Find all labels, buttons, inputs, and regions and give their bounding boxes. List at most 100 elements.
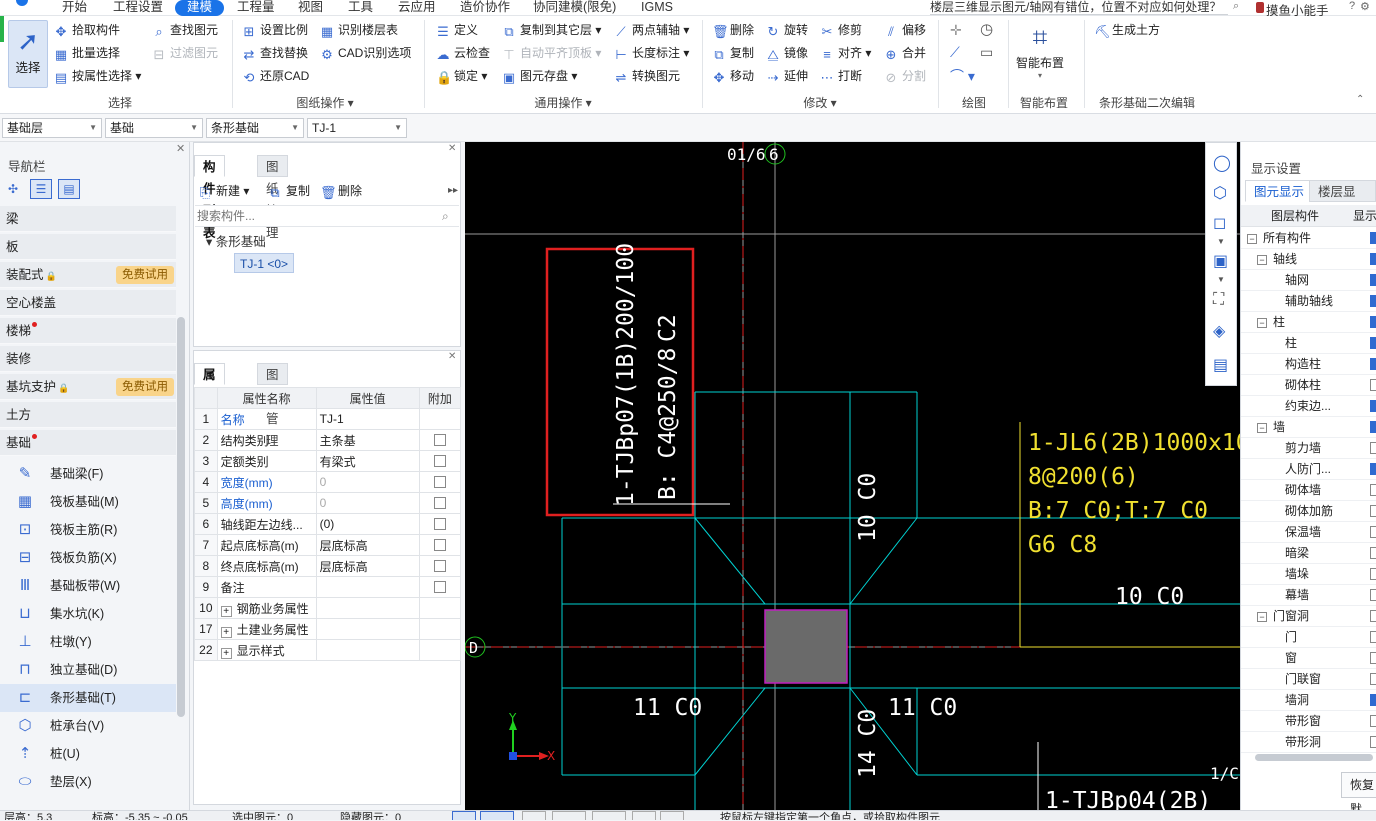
top-view-icon[interactable]: ◻ xyxy=(1213,213,1226,233)
display-checkbox[interactable] xyxy=(1370,463,1376,475)
move-button[interactable]: ✥ 移动 xyxy=(712,66,754,86)
collapse-ribbon-icon[interactable]: ⌃ xyxy=(1356,94,1364,105)
new-component-button[interactable]: ⎘ 新建 ▾ xyxy=(198,181,250,201)
offset-button[interactable]: ⫽ 偏移 xyxy=(884,20,926,40)
collapse-icon[interactable]: − xyxy=(1257,255,1267,265)
nav-item[interactable]: ▦ 筏板基础(M) xyxy=(0,488,176,516)
extra-checkbox[interactable] xyxy=(433,455,446,467)
layer-tree-row[interactable]: 辅助轴线 xyxy=(1241,291,1376,312)
display-checkbox[interactable] xyxy=(1370,442,1376,454)
nav-category[interactable]: 装配式 🔒 免费试用 xyxy=(0,262,176,288)
search-icon[interactable]: ⌕ xyxy=(442,209,449,224)
layer-tree-row[interactable]: 柱 xyxy=(1241,333,1376,354)
nav-close-icon[interactable]: ✕ xyxy=(176,142,185,155)
display-checkbox[interactable] xyxy=(1370,631,1376,643)
property-row[interactable]: 8 终点底标高(m) 层底标高 xyxy=(194,555,462,577)
property-row[interactable]: 3 定额类别 有梁式 xyxy=(194,450,462,472)
tab-floor-display[interactable]: 楼层显示 xyxy=(1309,180,1376,221)
layer-tree-row[interactable]: − 墙 xyxy=(1241,417,1376,438)
layer-tree-row[interactable]: 剪力墙 xyxy=(1241,438,1376,459)
display-checkbox[interactable] xyxy=(1370,526,1376,538)
property-row[interactable]: 4 宽度(mm) 0 xyxy=(194,471,462,493)
menu-cloud[interactable]: 云应用 xyxy=(398,0,436,16)
free-trial-badge[interactable]: 免费试用 xyxy=(116,266,174,284)
property-row[interactable]: 7 起点底标高(m) 层底标高 xyxy=(194,534,462,556)
menu-quantity[interactable]: 工程量 xyxy=(237,0,275,16)
osnap-icon[interactable] xyxy=(592,811,626,820)
property-row[interactable]: 1 名称 TJ-1 xyxy=(194,408,462,430)
column-block[interactable] xyxy=(764,609,848,684)
floor-select[interactable]: 基础层 ▼ xyxy=(2,118,102,138)
identify-floor-table-button[interactable]: ▦ 识别楼层表 xyxy=(320,20,398,40)
cad-text-11-left[interactable]: 11 C0 xyxy=(633,695,702,721)
layer-tree-row[interactable]: − 门窗洞 xyxy=(1241,606,1376,627)
auto-align-top-button[interactable]: ⊤ 自动平齐顶板 ▾ xyxy=(502,43,601,63)
cube-view-icon[interactable]: ▣ xyxy=(1213,251,1228,271)
delete-component-button[interactable]: 🗑删除 xyxy=(320,181,362,201)
cad-text-10-vert[interactable]: 10 C0 xyxy=(855,473,881,542)
settings-gear-icon[interactable]: ⚙ xyxy=(1360,0,1370,13)
property-row[interactable]: 6 轴线距左边线... (0) xyxy=(194,513,462,535)
mirror-button[interactable]: ⧋ 镜像 xyxy=(766,43,808,63)
nav-item[interactable]: Ⅲ 基础板带(W) xyxy=(0,572,176,600)
display-checkbox[interactable] xyxy=(1370,652,1376,664)
nav-category[interactable]: 土方 xyxy=(0,402,176,428)
cad-drawing[interactable]: 01/6 6 D 1/C 1-TJBp07(1B)200/100 C2 B: C… xyxy=(465,142,1240,810)
restore-default-button[interactable]: 恢复默 xyxy=(1341,772,1376,816)
property-value[interactable] xyxy=(315,597,420,619)
extra-checkbox[interactable] xyxy=(433,560,446,572)
display-checkbox[interactable] xyxy=(1370,736,1376,748)
display-checkbox[interactable] xyxy=(1370,715,1376,727)
display-checkbox[interactable] xyxy=(1370,568,1376,580)
display-checkbox[interactable] xyxy=(1370,316,1376,328)
menu-igms[interactable]: IGMS xyxy=(641,0,673,16)
layer-tree-row[interactable]: − 所有构件 xyxy=(1241,228,1376,249)
length-dimension-button[interactable]: ⊢ 长度标注 ▾ xyxy=(614,43,689,63)
display-checkbox[interactable] xyxy=(1370,358,1376,370)
define-button[interactable]: ☰ 定义 xyxy=(436,20,478,40)
search-icon[interactable]: ⌕ xyxy=(1233,0,1239,13)
convert-element-button[interactable]: ⇌ 转换图元 xyxy=(614,66,680,86)
smart-layout-button[interactable]: ⌗ 智能布置 ▾ xyxy=(1014,20,1066,80)
align-button[interactable]: ≡ 对齐 ▾ xyxy=(820,43,871,63)
find-replace-button[interactable]: ⇄ 查找替换 xyxy=(242,43,308,63)
layer-tree-row[interactable]: 人防门... xyxy=(1241,459,1376,480)
tab-element-display[interactable]: 图元显示 xyxy=(1245,180,1314,202)
nav-category[interactable]: 空心楼盖 xyxy=(0,290,176,316)
help-search-input[interactable]: 楼层三维显示图元/轴网有错位，位置不对应如何处理？ xyxy=(930,0,1228,15)
dropdown-arrow-icon[interactable]: ▼ xyxy=(1217,237,1225,246)
layer-tree-row[interactable]: 轴网 xyxy=(1241,270,1376,291)
copy-to-floor-button[interactable]: ⧉ 复制到其它层 ▾ xyxy=(502,20,601,40)
property-value[interactable] xyxy=(315,576,420,598)
nav-item[interactable]: ⇡ 桩(U) xyxy=(0,740,176,768)
focus-view-icon[interactable]: ◈ xyxy=(1213,321,1225,341)
menu-tools[interactable]: 工具 xyxy=(348,0,373,16)
tab-layer-manage[interactable]: 图层管理 xyxy=(257,363,288,448)
panel-close-icon[interactable]: ✕ xyxy=(448,143,456,154)
property-value[interactable]: (0) xyxy=(315,513,420,535)
layer-tree-row[interactable]: − 柱 xyxy=(1241,312,1376,333)
property-row[interactable]: 17 + 土建业务属性 xyxy=(194,618,462,640)
layer-tree-row[interactable]: − 轴线 xyxy=(1241,249,1376,270)
nav-item[interactable]: ✎ 基础梁(F) xyxy=(0,460,176,488)
free-trial-badge[interactable]: 免费试用 xyxy=(116,378,174,396)
nav-category[interactable]: 基坑支护 🔒 免费试用 xyxy=(0,374,176,400)
display-checkbox[interactable] xyxy=(1370,337,1376,349)
nav-category[interactable]: 板 xyxy=(0,234,176,260)
nav-item[interactable]: ⬡ 桩承台(V) xyxy=(0,712,176,740)
copy-component-button[interactable]: ⧉ 复制 xyxy=(268,181,310,201)
property-value[interactable] xyxy=(315,618,420,640)
layer-tree-row[interactable]: 构造柱 xyxy=(1241,354,1376,375)
grid-icon[interactable] xyxy=(660,811,684,820)
tab-property-list[interactable]: 属性列表 xyxy=(194,363,225,448)
property-value[interactable]: 0 xyxy=(315,492,420,514)
batch-select-button[interactable]: ▦ 批量选择 xyxy=(54,43,120,63)
layer-tree-row[interactable]: 砌体墙 xyxy=(1241,480,1376,501)
tab-component-list[interactable]: 构件列表 xyxy=(194,155,225,240)
nav-category[interactable]: 基础 xyxy=(0,430,176,456)
layer-tree-row[interactable]: 门 xyxy=(1241,627,1376,648)
property-value[interactable]: TJ-1 xyxy=(315,408,420,430)
layer-tree-row[interactable]: 砌体柱 xyxy=(1241,375,1376,396)
nav-item[interactable]: ⊡ 筏板主筋(R) xyxy=(0,516,176,544)
display-checkbox[interactable] xyxy=(1370,295,1376,307)
